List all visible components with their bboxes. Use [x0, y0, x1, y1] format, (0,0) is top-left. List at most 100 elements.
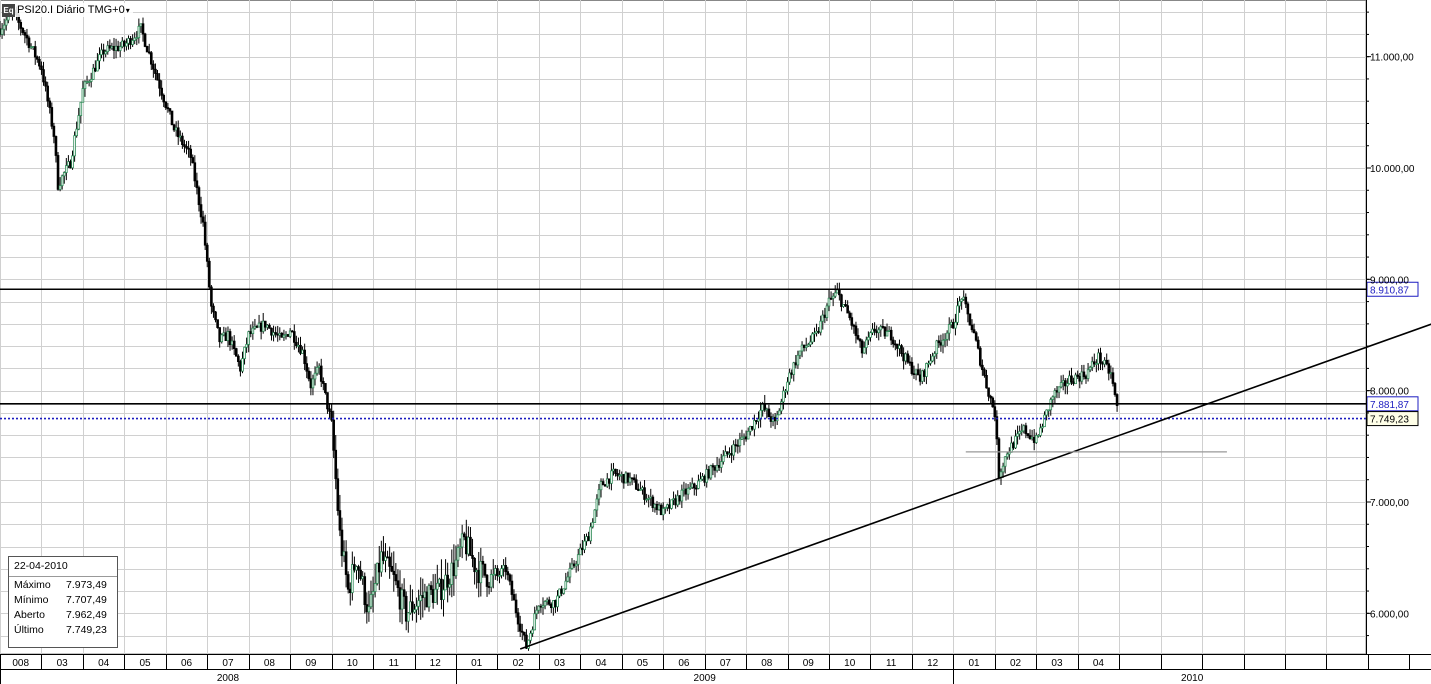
candle-body [1030, 436, 1034, 440]
chart-title-bar[interactable]: Eq PSI20.I Diário TMG+0 ▾ [2, 3, 133, 17]
candle-body [554, 600, 557, 608]
candle-body [336, 478, 340, 511]
candle-body [1026, 433, 1030, 437]
candle-body [334, 449, 338, 480]
candle-body [301, 349, 304, 354]
y-tick-label: 9.000,00 [1370, 275, 1409, 286]
candle-body [722, 455, 725, 463]
month-label: 04 [98, 658, 110, 669]
candle-body [974, 332, 978, 341]
candle-body [939, 342, 943, 346]
candle-body [879, 326, 883, 331]
candle-body [672, 498, 675, 501]
candle-body [978, 347, 982, 366]
candle-body [643, 487, 646, 500]
candle-body [409, 601, 412, 614]
candle-body [33, 46, 37, 58]
candle-body [181, 135, 184, 146]
candle-body [947, 324, 951, 334]
candle-body [189, 148, 192, 158]
price-chart[interactable]: 8.910,87 7.881,87 7.749,23 6.000,00 7.000,0… [0, 0, 1431, 684]
info-row-low: Mínimo 7.707,49 [9, 592, 117, 607]
candle-body [456, 547, 460, 561]
candle-body [19, 22, 23, 29]
candle-body [827, 297, 831, 307]
candle-body [929, 360, 932, 364]
candle-body [572, 563, 576, 567]
candle-body [1072, 381, 1075, 385]
candle-body [411, 601, 414, 613]
candle-body [0, 28, 4, 35]
candle-body [125, 42, 128, 47]
candle-body [1028, 435, 1032, 440]
year-label: 2010 [1181, 673, 1204, 684]
info-row-last: Último 7.749,23 [9, 622, 117, 637]
candle-body [355, 566, 358, 571]
candle-body [603, 484, 607, 487]
candle-body [1066, 383, 1069, 387]
candle-body [496, 568, 499, 577]
candle-body [858, 338, 862, 342]
candle-body [537, 605, 541, 611]
candle-body [278, 332, 282, 336]
candle-body [719, 461, 723, 468]
candle-body [773, 416, 777, 422]
candle-body [558, 588, 561, 597]
candle-body [958, 300, 961, 307]
candle-body [1078, 376, 1082, 382]
candle-body [328, 408, 331, 412]
candle-body [682, 488, 686, 491]
candle-body [187, 147, 190, 150]
candle-body [1008, 451, 1011, 455]
candle-body [516, 612, 520, 625]
candle-body [852, 324, 856, 327]
candle-body [421, 595, 425, 598]
candle-body [566, 576, 570, 582]
candle-body [531, 629, 534, 634]
candle-body [703, 476, 706, 483]
candle-body [58, 185, 62, 190]
candle-body [1037, 435, 1040, 437]
candle-body [906, 353, 910, 363]
candle-body [728, 453, 731, 455]
candle-body [923, 370, 926, 377]
candle-body [732, 444, 735, 456]
month-label: 10 [347, 658, 359, 669]
candle-body [218, 327, 221, 343]
candle-body [1063, 380, 1067, 387]
candle-body [71, 155, 74, 169]
candle-body [618, 474, 621, 477]
candle-body [1041, 426, 1044, 429]
candle-body [1059, 382, 1063, 388]
candle-body [292, 331, 296, 343]
candle-body [494, 568, 497, 575]
candle-body [433, 588, 437, 603]
candle-body [1080, 371, 1084, 382]
candle-body [769, 416, 773, 422]
candle-body [114, 45, 118, 51]
candle-body [317, 365, 321, 368]
candle-body [840, 294, 843, 307]
candle-body [46, 85, 49, 102]
candle-body [533, 613, 537, 631]
eq-icon[interactable]: Eq [2, 3, 15, 17]
month-label: 03 [554, 658, 566, 669]
candle-body [883, 326, 887, 337]
candle-body [297, 344, 300, 347]
candle-body [545, 599, 549, 602]
candle-body [249, 331, 253, 334]
candle-body [713, 466, 717, 471]
candle-body [684, 488, 688, 495]
candle-body [908, 361, 912, 364]
candle-body [38, 58, 41, 67]
candle-body [108, 45, 112, 49]
candle-body [579, 547, 582, 556]
candle-body [815, 330, 818, 334]
candle-body [651, 496, 655, 509]
trendline [519, 323, 1431, 650]
candle-body [738, 438, 742, 446]
chevron-down-icon[interactable]: ▾ [126, 6, 130, 15]
candle-body [695, 487, 698, 490]
candle-body [854, 325, 858, 336]
candle-body [423, 591, 427, 598]
